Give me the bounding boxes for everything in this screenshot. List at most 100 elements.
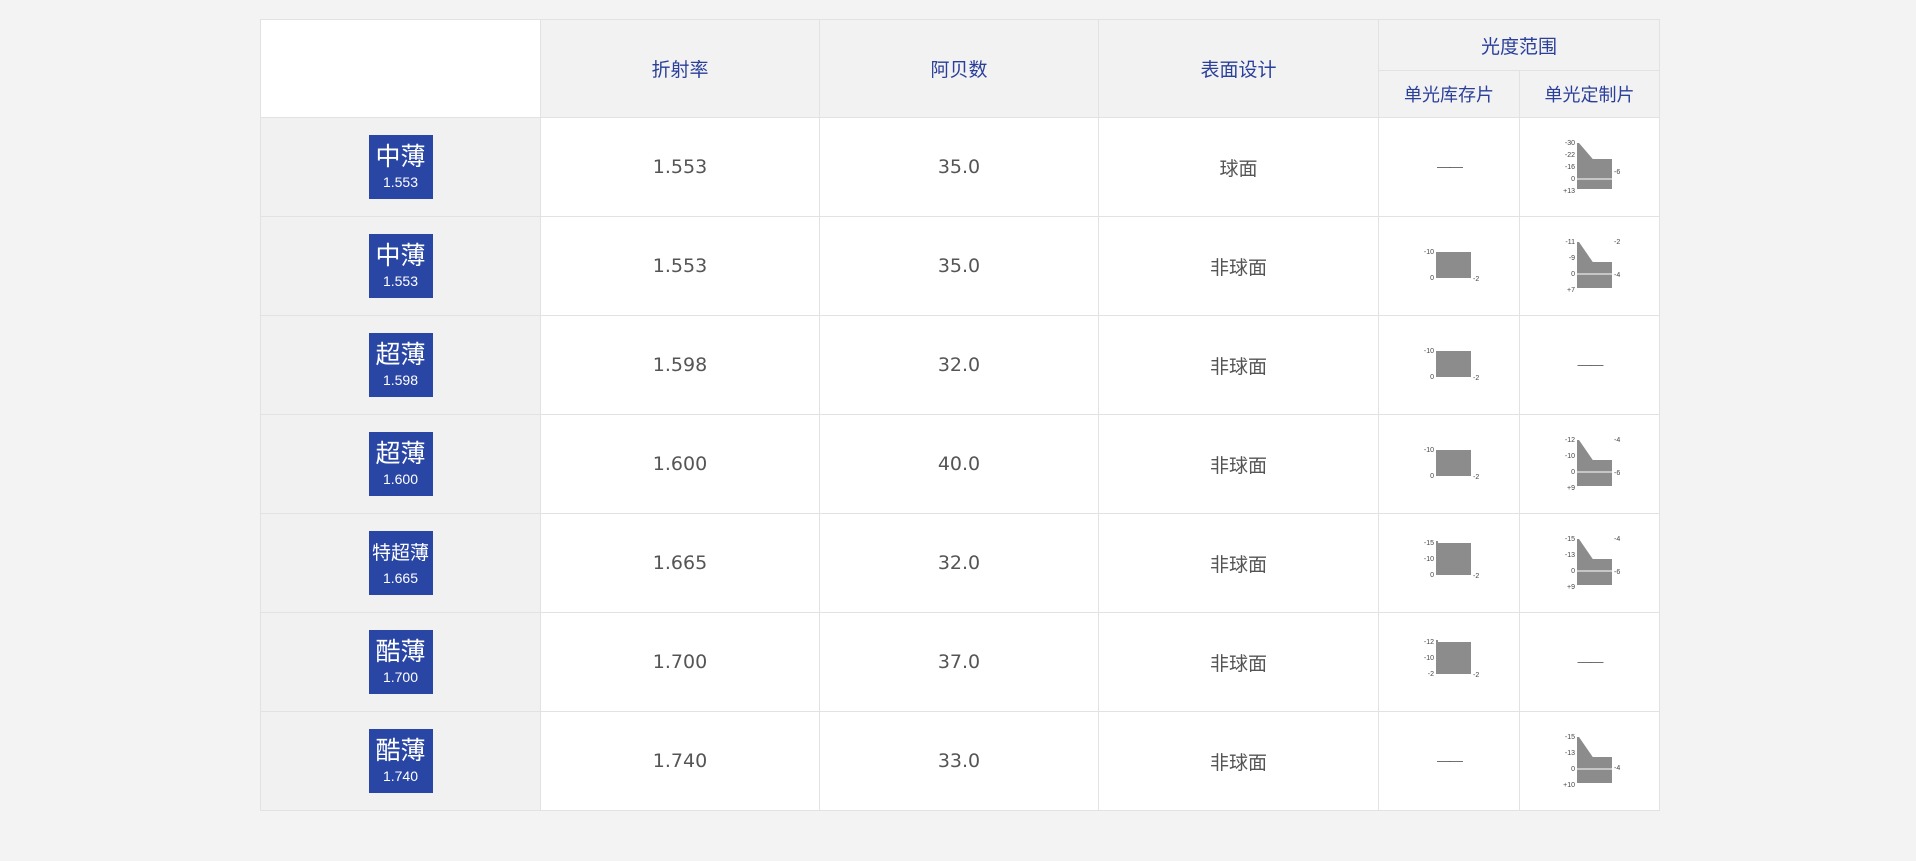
stock-range-block xyxy=(1436,642,1471,674)
custom-range-left-tick: -30 xyxy=(1564,140,1574,147)
header-power-range: 光度范围 xyxy=(1378,19,1660,71)
stock-range-diagram: -10 0 -2 xyxy=(1424,348,1479,382)
lens-label-cell: 酷薄 1.740 xyxy=(260,711,541,811)
lens-label-cell: 超薄 1.600 xyxy=(260,414,541,514)
custom-range-cell: —— xyxy=(1519,612,1660,712)
custom-range-left-tick: 0 xyxy=(1571,176,1575,183)
header-refractive-index: 折射率 xyxy=(540,19,820,118)
custom-range-left-tick: +9 xyxy=(1567,485,1575,492)
surface-design-cell: 非球面 xyxy=(1098,612,1379,712)
stock-range-right-tick: -2 xyxy=(1473,276,1479,283)
custom-range-block xyxy=(1576,159,1612,189)
surface-design-cell: 非球面 xyxy=(1098,216,1379,316)
lens-badge-name: 超薄 xyxy=(375,340,426,369)
stock-range-diagram: -12 -10 -2 -2 xyxy=(1424,639,1479,679)
custom-range-left-tick: -11 xyxy=(1565,239,1575,246)
lens-badge-name: 中薄 xyxy=(375,241,426,270)
custom-range-left-tick: +7 xyxy=(1567,287,1575,294)
abbe-number-cell: 35.0 xyxy=(819,216,1099,316)
stock-range-right-tick: -2 xyxy=(1473,672,1479,679)
custom-range-cell: —— xyxy=(1519,315,1660,415)
lens-badge-name: 酷薄 xyxy=(375,637,426,666)
custom-range-left-tick: -16 xyxy=(1564,164,1574,171)
lens-badge: 超薄 1.598 xyxy=(368,333,433,397)
surface-design-cell: 非球面 xyxy=(1098,315,1379,415)
custom-range-left-tick: +9 xyxy=(1567,584,1575,591)
custom-range-diagram: -15 -13 0 +10 -4 xyxy=(1563,734,1620,789)
abbe-number-cell: 32.0 xyxy=(819,513,1099,613)
table-row: 中薄 1.553 1.553 35.0 球面 —— -30 -22 -16 0 +13 -6 xyxy=(260,117,1660,217)
table-row: 酷薄 1.700 1.700 37.0 非球面 -12 -10 -2 -2 —— xyxy=(260,612,1660,712)
stock-empty-mark: —— xyxy=(1437,752,1463,768)
stock-range-left-tick: -15 xyxy=(1424,540,1434,547)
stock-range-right-tick: -2 xyxy=(1473,573,1479,580)
stock-range-left-tick: 0 xyxy=(1430,275,1434,282)
custom-range-left-tick: -15 xyxy=(1564,536,1574,543)
table-row: 超薄 1.600 1.600 40.0 非球面 -10 0 -2 -12 -10 0 +9 -4 -6 xyxy=(260,414,1660,514)
custom-range-left-tick: -13 xyxy=(1564,750,1574,757)
custom-range-left-tick: -10 xyxy=(1564,453,1574,460)
surface-design-cell: 非球面 xyxy=(1098,414,1379,514)
custom-range-left-tick: -22 xyxy=(1564,152,1574,159)
lens-badge: 超薄 1.600 xyxy=(368,432,433,496)
custom-range-spike xyxy=(1576,440,1593,460)
header-surface-design: 表面设计 xyxy=(1098,19,1379,118)
lens-label-cell: 中薄 1.553 xyxy=(260,216,541,316)
stock-range-left-tick: 0 xyxy=(1430,473,1434,480)
custom-range-diagram: -11 -9 0 +7 -2 -4 xyxy=(1565,239,1620,294)
surface-design-cell: 非球面 xyxy=(1098,513,1379,613)
lens-badge-index: 1.553 xyxy=(382,273,419,289)
stock-range-cell: -10 0 -2 xyxy=(1378,315,1520,415)
lens-badge-name: 酷薄 xyxy=(375,736,426,765)
lens-spec-table: 折射率 阿贝数 表面设计 光度范围 单光库存片 单光定制片 中薄 1.553 1.5… xyxy=(260,19,1660,811)
stock-range-left-tick: 0 xyxy=(1430,374,1434,381)
stock-range-diagram: -10 0 -2 xyxy=(1424,447,1479,481)
lens-label-cell: 超薄 1.598 xyxy=(260,315,541,415)
stock-range-right-tick: -2 xyxy=(1473,375,1479,382)
abbe-number-cell: 33.0 xyxy=(819,711,1099,811)
custom-range-left-tick: -9 xyxy=(1568,255,1574,262)
refractive-index-cell: 1.665 xyxy=(540,513,820,613)
refractive-index-cell: 1.740 xyxy=(540,711,820,811)
surface-design-cell: 非球面 xyxy=(1098,711,1379,811)
lens-badge-index: 1.600 xyxy=(382,471,419,487)
lens-badge-name: 中薄 xyxy=(375,142,426,171)
lens-badge: 酷薄 1.740 xyxy=(368,729,433,793)
stock-range-cell: -10 0 -2 xyxy=(1378,414,1520,514)
stock-range-left-tick: -10 xyxy=(1424,655,1434,662)
surface-design-cell: 球面 xyxy=(1098,117,1379,217)
custom-range-right-tick: -2 xyxy=(1614,239,1620,246)
refractive-index-cell: 1.598 xyxy=(540,315,820,415)
stock-range-left-tick: -12 xyxy=(1424,639,1434,646)
custom-empty-mark: —— xyxy=(1577,356,1604,372)
custom-range-right-tick: -4 xyxy=(1614,272,1620,279)
custom-range-block xyxy=(1576,460,1612,486)
stock-range-right-tick: -2 xyxy=(1473,474,1479,481)
stock-range-block xyxy=(1436,351,1471,377)
table-row: 超薄 1.598 1.598 32.0 非球面 -10 0 -2 —— xyxy=(260,315,1660,415)
lens-badge-index: 1.665 xyxy=(382,570,419,586)
stock-range-spike xyxy=(1436,541,1438,543)
stock-range-left-tick: 0 xyxy=(1430,572,1434,579)
header-abbe-number: 阿贝数 xyxy=(819,19,1099,118)
refractive-index-cell: 1.700 xyxy=(540,612,820,712)
lens-badge-index: 1.598 xyxy=(382,372,419,388)
custom-range-spike xyxy=(1576,143,1593,159)
custom-range-diagram: -12 -10 0 +9 -4 -6 xyxy=(1564,437,1619,492)
abbe-number-cell: 40.0 xyxy=(819,414,1099,514)
stock-range-cell: -10 0 -2 xyxy=(1378,216,1520,316)
custom-range-cell: -12 -10 0 +9 -4 -6 xyxy=(1519,414,1660,514)
stock-range-diagram: -10 0 -2 xyxy=(1424,249,1479,283)
lens-badge: 特超薄 1.665 xyxy=(368,531,433,595)
lens-badge-name: 特超薄 xyxy=(371,542,429,564)
stock-range-left-tick: -10 xyxy=(1424,249,1434,256)
custom-range-right-tick: -6 xyxy=(1614,569,1620,576)
stock-range-diagram: -15 -10 0 -2 xyxy=(1424,540,1479,580)
lens-label-cell: 中薄 1.553 xyxy=(260,117,541,217)
custom-range-diagram: -15 -13 0 +9 -4 -6 xyxy=(1564,536,1620,591)
custom-range-left-tick: -13 xyxy=(1564,552,1574,559)
stock-range-cell: —— xyxy=(1378,711,1520,811)
stock-range-spike xyxy=(1436,640,1438,642)
custom-range-right-tick: -4 xyxy=(1614,536,1620,543)
table-row: 中薄 1.553 1.553 35.0 非球面 -10 0 -2 -11 -9 0 +7 -2 -4 xyxy=(260,216,1660,316)
